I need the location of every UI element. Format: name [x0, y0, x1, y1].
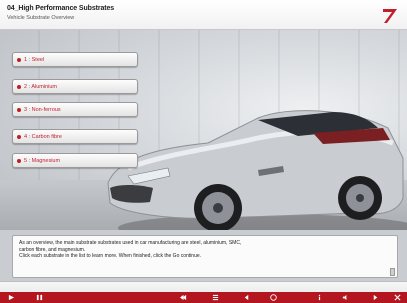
pause-icon[interactable]: [36, 294, 43, 301]
course-title: 04_High Performance Substrates: [7, 5, 115, 12]
menu-item-carbon-fibre[interactable]: 4 : Carbon fibre: [12, 129, 138, 144]
description-line: Click each substrate in the list to lear…: [19, 253, 202, 260]
next-icon[interactable]: [372, 294, 379, 301]
title-bar: 04_High Performance Substrates Vehicle S…: [0, 0, 407, 30]
bullet-icon: [17, 57, 21, 62]
volume-icon[interactable]: [342, 294, 349, 301]
bullet-icon: [17, 158, 21, 163]
menu-item-label: 5 : Magnesium: [24, 157, 61, 164]
play-icon[interactable]: [8, 294, 15, 301]
menu-item-label: 2 : Aluminium: [24, 83, 58, 90]
menu-item-label: 4 : Carbon fibre: [24, 133, 62, 140]
close-icon[interactable]: [394, 294, 401, 301]
panel-scrollbar[interactable]: [390, 268, 395, 276]
menu-item-label: 1 : Steel: [24, 56, 45, 63]
menu-item-steel[interactable]: 1 : Steel: [12, 52, 138, 67]
description-panel: As an overview, the main substrate subst…: [12, 235, 398, 278]
bullet-icon: [17, 84, 21, 89]
menu-icon[interactable]: [212, 294, 219, 301]
info-icon[interactable]: [316, 294, 323, 301]
help-icon[interactable]: [270, 294, 277, 301]
brand-logo-icon: [383, 9, 397, 23]
bullet-icon: [17, 134, 21, 139]
back-icon[interactable]: [243, 294, 250, 301]
menu-item-magnesium[interactable]: 5 : Magnesium: [12, 153, 138, 168]
course-subtitle: Vehicle Substrate Overview: [7, 15, 75, 21]
menu-item-non-ferrous[interactable]: 3 : Non-ferrous: [12, 102, 138, 117]
sports-car-image: [107, 110, 407, 230]
rewind-icon[interactable]: [180, 294, 187, 301]
bullet-icon: [17, 107, 21, 112]
description-line: carbon fibre, and magnesium.: [19, 246, 86, 253]
description-line: As an overview, the main substrate subst…: [19, 240, 242, 246]
menu-item-label: 3 : Non-ferrous: [24, 106, 61, 113]
menu-item-aluminium[interactable]: 2 : Aluminium: [12, 79, 138, 94]
